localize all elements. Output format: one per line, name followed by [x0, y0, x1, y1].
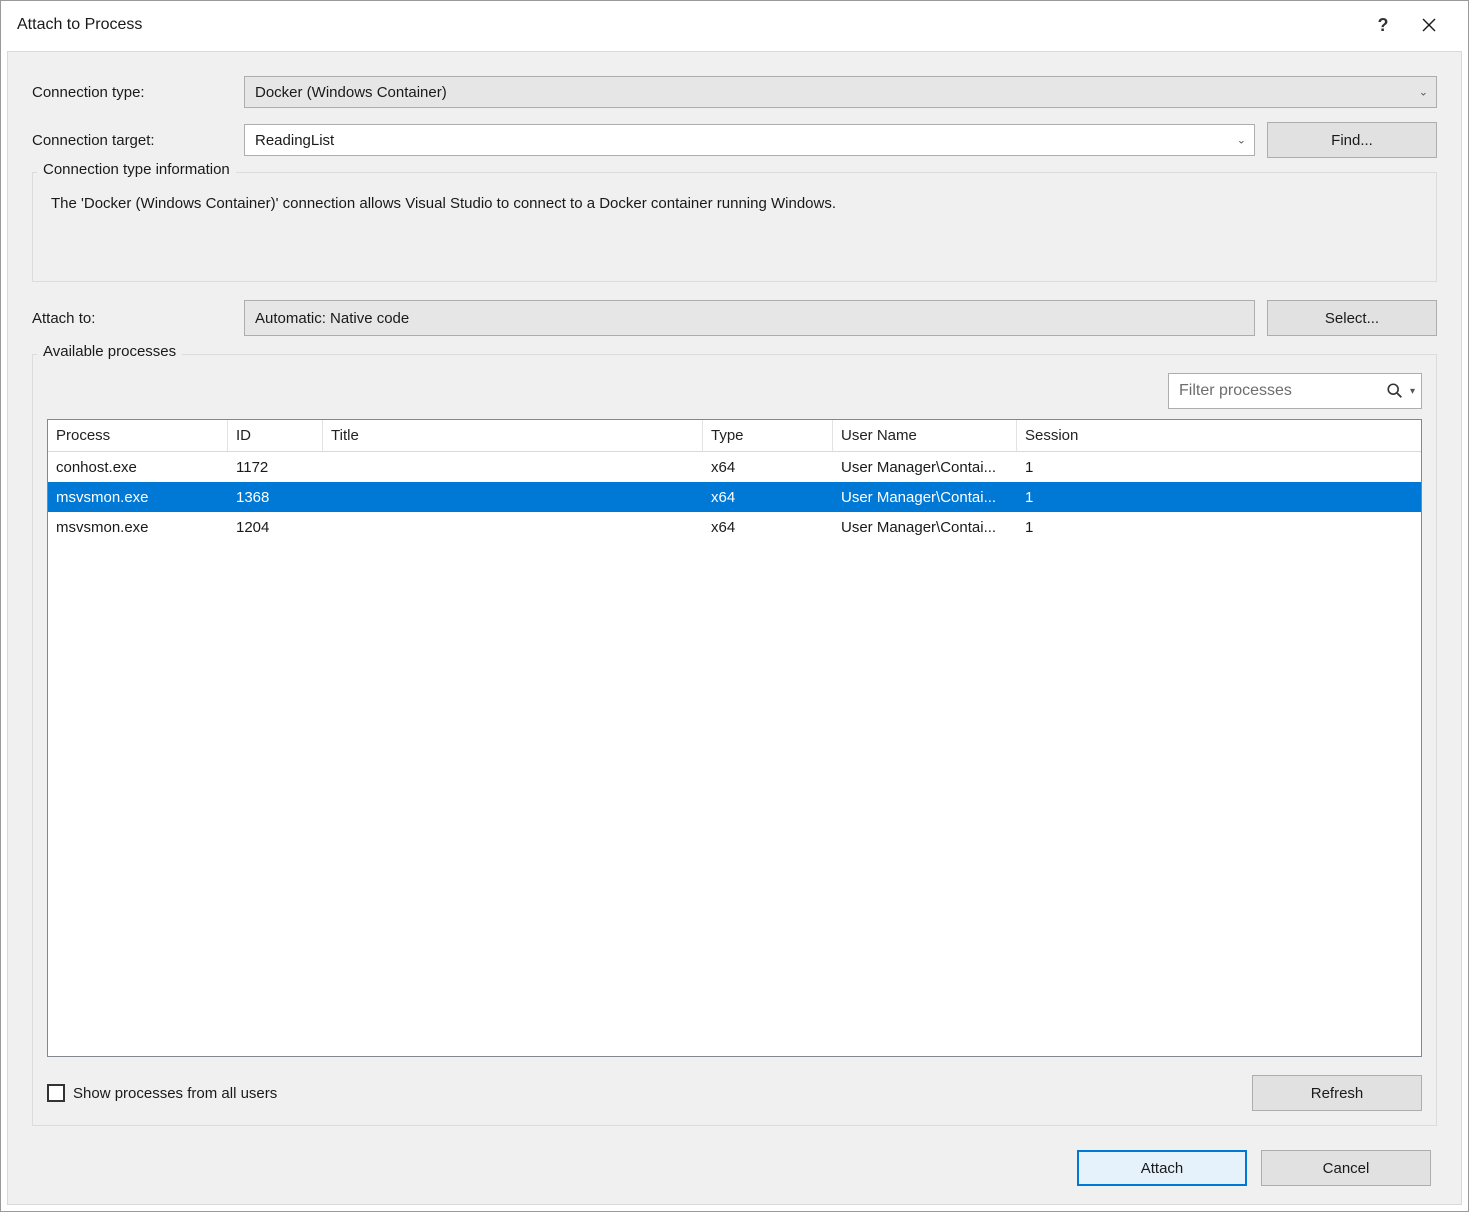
- cell-type: x64: [703, 489, 833, 506]
- col-user[interactable]: User Name: [833, 420, 1017, 451]
- select-button[interactable]: Select...: [1267, 300, 1437, 336]
- filter-row: Filter processes ▾: [47, 373, 1422, 409]
- connection-target-row: Connection target: ReadingList ⌄ Find...: [32, 122, 1437, 158]
- chevron-down-icon: ⌄: [1419, 86, 1428, 99]
- window-title: Attach to Process: [17, 16, 1360, 34]
- refresh-button[interactable]: Refresh: [1252, 1075, 1422, 1111]
- dialog-footer: Attach Cancel: [32, 1150, 1437, 1186]
- connection-type-value: Docker (Windows Container): [255, 84, 447, 101]
- col-id[interactable]: ID: [228, 420, 323, 451]
- col-process[interactable]: Process: [48, 420, 228, 451]
- cell-user: User Manager\Contai...: [833, 459, 1017, 476]
- connection-type-label: Connection type:: [32, 84, 232, 101]
- process-row[interactable]: msvsmon.exe1368 x64User Manager\Contai...…: [48, 482, 1421, 512]
- chevron-down-icon: ⌄: [1237, 134, 1246, 147]
- attach-to-label: Attach to:: [32, 310, 232, 327]
- connection-info-group: Connection type information The 'Docker …: [32, 172, 1437, 282]
- available-processes-group: Available processes Filter processes ▾ P…: [32, 354, 1437, 1126]
- attach-to-process-dialog: Attach to Process ? Connection type: Doc…: [0, 0, 1469, 1212]
- connection-info-text: The 'Docker (Windows Container)' connect…: [49, 195, 1420, 212]
- col-title[interactable]: Title: [323, 420, 703, 451]
- process-table-header: Process ID Title Type User Name Session: [48, 420, 1421, 452]
- connection-info-legend: Connection type information: [37, 161, 236, 178]
- search-icon: [1384, 380, 1406, 402]
- cell-session: 1: [1017, 459, 1117, 476]
- cell-type: x64: [703, 519, 833, 536]
- cancel-button[interactable]: Cancel: [1261, 1150, 1431, 1186]
- connection-type-combo[interactable]: Docker (Windows Container) ⌄: [244, 76, 1437, 108]
- available-processes-legend: Available processes: [37, 343, 182, 360]
- close-icon: [1422, 18, 1436, 32]
- dialog-body: Connection type: Docker (Windows Contain…: [7, 51, 1462, 1205]
- cell-id: 1204: [228, 519, 323, 536]
- cell-process: msvsmon.exe: [48, 489, 228, 506]
- checkbox-box-icon: [47, 1084, 65, 1102]
- cell-session: 1: [1017, 519, 1117, 536]
- process-table: Process ID Title Type User Name Session …: [47, 419, 1422, 1057]
- cell-session: 1: [1017, 489, 1117, 506]
- cell-type: x64: [703, 459, 833, 476]
- process-row[interactable]: conhost.exe1172 x64User Manager\Contai...…: [48, 452, 1421, 482]
- connection-target-value: ReadingList: [255, 132, 334, 149]
- col-type[interactable]: Type: [703, 420, 833, 451]
- cell-id: 1172: [228, 459, 323, 476]
- filter-dropdown-icon[interactable]: ▾: [1410, 386, 1415, 397]
- cell-process: msvsmon.exe: [48, 519, 228, 536]
- show-all-users-checkbox[interactable]: Show processes from all users: [47, 1084, 277, 1102]
- titlebar: Attach to Process ?: [1, 1, 1468, 49]
- process-table-body: conhost.exe1172x64User Manager\Contai...…: [48, 452, 1421, 1056]
- processes-bottom-row: Show processes from all users Refresh: [47, 1075, 1422, 1111]
- cell-user: User Manager\Contai...: [833, 489, 1017, 506]
- connection-target-combo[interactable]: ReadingList ⌄: [244, 124, 1255, 156]
- attach-to-row: Attach to: Automatic: Native code Select…: [32, 300, 1437, 336]
- attach-to-field: Automatic: Native code: [244, 300, 1255, 336]
- attach-button[interactable]: Attach: [1077, 1150, 1247, 1186]
- connection-target-label: Connection target:: [32, 132, 232, 149]
- col-session[interactable]: Session: [1017, 420, 1117, 451]
- cell-user: User Manager\Contai...: [833, 519, 1017, 536]
- attach-to-value: Automatic: Native code: [255, 310, 409, 327]
- filter-placeholder: Filter processes: [1179, 382, 1384, 400]
- cell-process: conhost.exe: [48, 459, 228, 476]
- cell-id: 1368: [228, 489, 323, 506]
- filter-processes-input[interactable]: Filter processes ▾: [1168, 373, 1422, 409]
- show-all-users-label: Show processes from all users: [73, 1085, 277, 1102]
- close-button[interactable]: [1406, 1, 1452, 49]
- find-button[interactable]: Find...: [1267, 122, 1437, 158]
- help-button[interactable]: ?: [1360, 1, 1406, 49]
- connection-type-row: Connection type: Docker (Windows Contain…: [32, 76, 1437, 108]
- process-row[interactable]: msvsmon.exe1204 x64User Manager\Contai...…: [48, 512, 1421, 542]
